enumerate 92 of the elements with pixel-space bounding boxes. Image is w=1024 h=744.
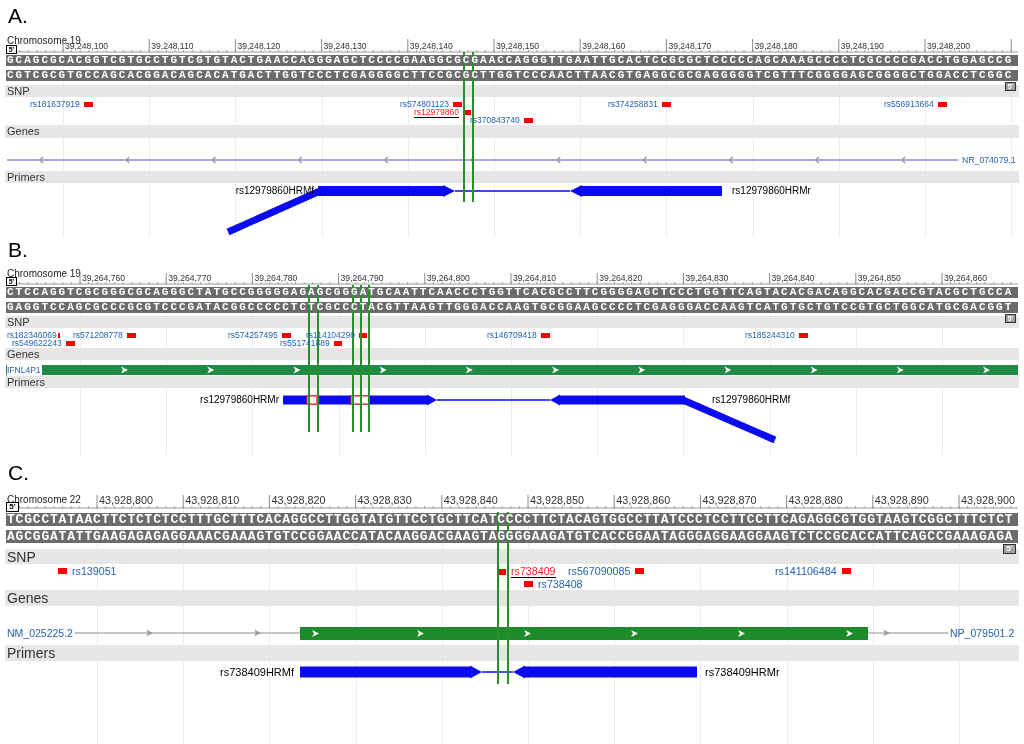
primer-label: rs12979860HRMr (732, 185, 811, 197)
snp-marker-icon (540, 332, 550, 338)
primer-label: rs738409HRMr (705, 665, 780, 679)
snp-label[interactable]: rs374258831 (608, 99, 658, 109)
snp-marker-icon (333, 340, 342, 346)
chromosome-label: Chromosome 19 (7, 268, 81, 279)
snp-marker-icon (83, 101, 93, 107)
snp-label[interactable]: rs567090085 (568, 565, 631, 577)
forward-sequence: TCGCCTATAACTTCTCTCTCCTTTGCTTTCACAGGCCTTGGTATGTTCCTGCTTCATCCCCTTCTACAGTGGCCTTATCCCTCCTTCCTTCAGAGGCGTGGTAAGTCGGCTTTCTCT (6, 513, 1018, 526)
snp-label[interactable]: rs574257495 (228, 330, 278, 340)
snp-label[interactable]: rs146709418 (487, 330, 537, 340)
track-header: Genes (5, 125, 1019, 138)
ruler-label: 43,928,900 (961, 495, 1016, 506)
snp-label[interactable]: rs141106484 (775, 565, 837, 577)
track-header: Primers (5, 171, 1019, 183)
ruler-label: 39,248,160 (582, 41, 626, 51)
primer-label: rs12979860HRMr (200, 394, 279, 406)
ruler-label: 43,928,840 (443, 495, 498, 506)
gene-label[interactable]: NP_079501.2 (950, 626, 1015, 640)
reverse-sequence: AGCGGATATTGAAGAGAGAGGAAACGAAAGTGTCCGGAACCATACAAGGACGAAGTAGGGGAAGATGTCACCGGAATAGGGAGGAAGGAAGTCTCCGCACCATTCAGCCGAAAGAGA (6, 530, 1018, 543)
snp-label[interactable]: rs574801123 (400, 99, 449, 109)
ruler-label: 39,264,780 (254, 273, 298, 283)
ruler-label: 39,248,190 (840, 41, 884, 51)
ruler-label: 39,248,110 (151, 41, 194, 51)
ruler-label: 39,248,140 (409, 41, 453, 51)
snp-marker-icon (58, 568, 67, 574)
gene-label[interactable]: IFNL4P1 (7, 365, 42, 375)
track-header: Genes (5, 348, 1019, 360)
reverse-sequence: GAGGTCCAGCGCCCGCGTCCCGATACGGCCCCCTCTCGCCCTACGTTAAGTTGGGACCAAGTGCGGAAGCCCCTCGAGGGACCAAGTCATGTGCTGTCCGTGCTGGCATGCGACGGT (6, 302, 1018, 313)
ruler-label: 39,264,860 (944, 273, 987, 283)
ruler-label: 39,248,170 (668, 41, 712, 51)
snp-marker-icon (65, 340, 75, 346)
snp-marker-icon (453, 101, 462, 107)
snp-label[interactable]: rs185244310 (745, 330, 795, 340)
ruler-label: 39,248,180 (754, 41, 798, 51)
snp-marker-icon (523, 117, 533, 123)
primer-label: rs12979860HRMf (235, 185, 314, 197)
ruler-label: 43,928,830 (357, 495, 412, 506)
gene-label[interactable]: NM_025225.2 (7, 626, 73, 640)
snp-label[interactable]: rs181637919 (30, 99, 80, 109)
forward-sequence: CTCCAGGTCGCGGGCGCAGGGCTATGCCGGGGGAGAGCGGGATGCAATTCAACCCTGGTTCACGCCTTCGGGGAGCTCCCTGGTTCAGTACACGACAGGCACGACCGTACGCTGCCA (6, 287, 1018, 298)
snp-marker-icon (937, 101, 947, 107)
ruler-label: 39,248,130 (323, 41, 367, 51)
snp-marker-icon (524, 581, 533, 587)
track-header: Primers (5, 645, 1019, 661)
snp-label[interactable]: rs549622243 (12, 338, 62, 348)
snp-label[interactable]: rs571208778 (73, 330, 123, 340)
snp-marker-icon (281, 332, 291, 338)
snp-marker-icon (57, 332, 60, 338)
snp-marker-icon (798, 332, 808, 338)
ruler-label: 39,248,200 (927, 41, 970, 51)
ruler-label: 39,264,840 (771, 273, 815, 283)
panel-letter: A. (8, 4, 28, 27)
ruler-label: 39,264,820 (599, 273, 643, 283)
snp-marker-icon (126, 332, 136, 338)
ruler-label: 39,248,150 (496, 41, 539, 51)
ruler-label: 43,928,850 (530, 495, 585, 506)
ruler-label: 43,928,800 (99, 495, 154, 506)
five-prime-tag: 5' (6, 502, 19, 512)
ruler-label: 43,928,820 (271, 495, 326, 506)
ruler-label: 39,264,830 (685, 273, 729, 283)
reverse-sequence: CGTCGCGTGCCAGCACGGACAGCACATGACTTGGTCCCTCGAGGGGCTTCCGCGCTTGGTCCCAACTTAACGTGAGGCGCGAGGGGGTCGTTTCGGGGAGCGGGGCTGGACCTCGGC (6, 70, 1018, 81)
gene-label[interactable]: NR_074079.1 (962, 155, 1016, 165)
snp-marker-icon (841, 568, 851, 574)
snp-marker-icon (661, 101, 671, 107)
snp-label[interactable]: rs139051 (72, 565, 117, 577)
ruler-label: 43,928,870 (702, 495, 757, 506)
ruler-label: 39,248,120 (237, 41, 281, 51)
chromosome-label: Chromosome 22 (7, 494, 81, 505)
snp-label[interactable]: rs182346069 (7, 330, 57, 340)
snp-label[interactable]: rs738409 (511, 565, 556, 578)
ruler-label: 43,928,860 (616, 495, 671, 506)
ruler-label: 39,264,810 (513, 273, 556, 283)
primer-label: rs12979860HRMf (712, 394, 791, 406)
snp-marker-icon (635, 568, 645, 574)
panel-letter: C. (8, 461, 29, 484)
panel-letter: B. (8, 238, 28, 261)
ruler-label: 39,264,850 (857, 273, 901, 283)
ruler-label: 39,264,790 (340, 273, 384, 283)
ruler-label: 43,928,890 (874, 495, 929, 506)
ruler-label: 43,928,810 (185, 495, 240, 506)
ruler-label: 39,264,770 (168, 273, 212, 283)
ruler-label: 39,264,760 (82, 273, 125, 283)
track-header: Primers (5, 376, 1019, 388)
ruler-label: 43,928,880 (788, 495, 843, 506)
snp-label[interactable]: rs556913664 (884, 99, 934, 109)
primer-label: rs738409HRMf (220, 665, 294, 679)
ruler-label: 39,264,800 (426, 273, 470, 283)
snp-label[interactable]: rs738408 (538, 578, 583, 590)
snp-label[interactable]: rs12979860 (414, 107, 459, 118)
forward-sequence: GCAGCGCACGGTCGTGCCTGTCGTGTACTGAACCAGGGAGCTCCCCGAAGGCGCGAACCAGGGTTGAATTGCACTCCGCGCTCCCCCAGCAAAGCCCCTCGCCCCGACCTGGAGCCG (6, 55, 1018, 66)
track-header: Genes (5, 590, 1019, 606)
